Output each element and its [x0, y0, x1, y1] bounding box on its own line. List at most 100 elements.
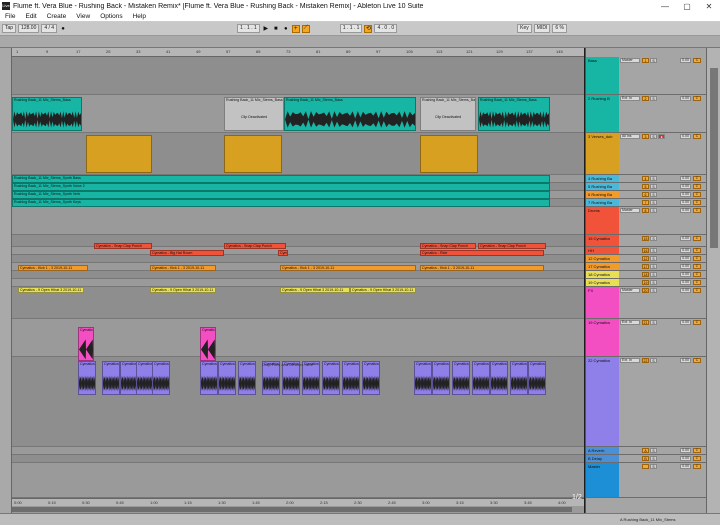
loop-start-field[interactable]: 1 . 1 . 1 — [339, 24, 363, 33]
track-activator-button[interactable]: 22 — [642, 358, 649, 363]
track-pan-field[interactable]: C — [693, 58, 701, 63]
track-name[interactable]: 6 Rushing Ba — [586, 191, 619, 198]
cymatics-clip[interactable]: Cymatics - Snap Clap Punch — [224, 243, 286, 249]
minimize-button[interactable]: — — [654, 2, 676, 11]
verse-clip[interactable] — [224, 135, 282, 173]
track-header[interactable]: 6 Rushing Ba 6 S 0.00 C — [586, 191, 707, 199]
track-name[interactable]: 2 Rushing B — [586, 95, 619, 132]
tap-tempo-button[interactable]: Tap — [2, 24, 17, 33]
track-input-select[interactable]: Ext. In — [620, 358, 640, 363]
cymatics-hihat-clip[interactable]: Cymatics - 9 Open Hihat 3 2019-10-11 — [280, 287, 350, 293]
cymatics-clip[interactable]: Cymatics - Snap Clap Punch — [94, 243, 152, 249]
cymatics-purple-clip[interactable]: Cymatics — [78, 361, 96, 395]
track-volume-field[interactable]: 0.00 — [680, 288, 691, 293]
solo-button[interactable]: S — [650, 272, 657, 277]
solo-button[interactable]: S — [650, 236, 657, 241]
track-volume-field[interactable]: 0.00 — [680, 96, 691, 101]
solo-button[interactable]: S — [650, 134, 657, 139]
track-name[interactable]: 3 Verses_dub — [586, 133, 619, 174]
track-volume-field[interactable]: 0.00 — [680, 264, 691, 269]
track-activator-button[interactable]: 8 — [642, 208, 649, 213]
track-input-select[interactable]: Master — [620, 58, 640, 63]
track-header[interactable]: Drums Master 8 S 0.00 C — [586, 207, 707, 235]
track-pan-field[interactable]: C — [693, 320, 701, 325]
record-icon[interactable]: ● — [282, 25, 290, 33]
track-lane[interactable] — [12, 57, 584, 95]
cymatics-purple-clip[interactable]: Cymatics — [200, 361, 218, 395]
track-header[interactable]: 18 Cymatics 18 S 0.00 C — [586, 271, 707, 279]
overdub-icon[interactable]: + — [291, 24, 300, 33]
track-header[interactable]: 2 Rushing B Ext. In 2 S 0.00 C — [586, 95, 707, 133]
track-name[interactable]: 19 Cymatics — [586, 279, 619, 286]
track-volume-field[interactable]: 0.00 — [680, 272, 691, 277]
solo-button[interactable]: S — [650, 464, 657, 469]
cymatics-kick-clip[interactable]: Cymatics - Kick 1 - 3 2019-10-11 — [280, 265, 416, 271]
track-header[interactable]: 19 Cymatics 19 S 0.00 C — [586, 279, 707, 287]
track-pan-field[interactable]: C — [693, 288, 701, 293]
cymatics-purple-clip[interactable]: Cymatics — [218, 361, 236, 395]
bass-clip-deactivated[interactable]: Rushing Back_11 Mix_Stems_Bass — [420, 97, 476, 131]
cymatics-purple-clip[interactable]: Cymatics — [528, 361, 546, 395]
track-activator-button[interactable]: 5 — [642, 184, 649, 189]
track-volume-field[interactable]: 0.00 — [680, 134, 691, 139]
cymatics-hihat-clip[interactable]: Cymatics - 9 Open Hihat 3 2019-10-11 — [350, 287, 416, 293]
track-pan-field[interactable]: C — [693, 256, 701, 261]
track-activator-button[interactable]: 3 — [642, 134, 649, 139]
cymatics-purple-clip[interactable]: Cymatics — [362, 361, 380, 395]
track-input-select[interactable]: All Ins — [620, 134, 640, 139]
menu-help[interactable]: Help — [133, 13, 146, 20]
key-map-button[interactable]: Key — [517, 24, 532, 33]
solo-button[interactable]: S — [650, 320, 657, 325]
verse-clip[interactable] — [86, 135, 152, 173]
track-header[interactable]: 12 Cymatics 12 S 0.00 C — [586, 255, 707, 263]
track-name[interactable]: 7 Rushing Ba — [586, 199, 619, 206]
track-name[interactable]: 4 Rushing Ba — [586, 175, 619, 182]
track-input-select[interactable]: Ext. In — [620, 320, 640, 325]
track-lane[interactable] — [12, 207, 584, 235]
track-volume-field[interactable]: 0.00 — [680, 320, 691, 325]
cymatics-kick-clip[interactable]: Cymatics - Kick 1 - 3 2019-10-11 — [18, 265, 88, 271]
track-volume-field[interactable]: 0.00 — [680, 464, 691, 469]
track-header[interactable]: 15 Cymatics 15 S 0.00 C — [586, 235, 707, 247]
track-pan-field[interactable]: C — [693, 272, 701, 277]
track-header[interactable]: Bass Master 1 S 0.00 C — [586, 57, 707, 95]
synth-clip[interactable]: Rushing Back_11 Mix_Stems_Synth Keys — [12, 199, 550, 207]
track-pan-field[interactable]: C — [693, 280, 701, 285]
track-name[interactable]: Bass — [586, 57, 619, 94]
cymatics-purple-clip[interactable]: Cymatics — [102, 361, 120, 395]
track-volume-field[interactable]: 0.00 — [680, 184, 691, 189]
loop-switch-icon[interactable]: ⟲ — [364, 24, 373, 33]
track-volume-field[interactable]: 0.00 — [680, 256, 691, 261]
track-lane[interactable] — [12, 255, 584, 263]
solo-button[interactable]: S — [650, 280, 657, 285]
solo-button[interactable]: S — [650, 184, 657, 189]
track-lane[interactable] — [12, 447, 584, 455]
horizontal-scroll-thumb[interactable] — [12, 507, 572, 512]
track-activator-button[interactable]: 2 — [642, 96, 649, 101]
horizontal-scrollbar[interactable] — [12, 506, 584, 513]
track-header[interactable]: A Reverb A S 0.00 C — [586, 447, 707, 455]
cymatics-purple-clip[interactable]: Cymatics — [238, 361, 256, 395]
arrangement-position-field[interactable]: 1 . 1 . 1 — [237, 24, 260, 33]
cymatics-purple-clip[interactable]: Cymatics — [472, 361, 490, 395]
track-pan-field[interactable]: C — [693, 176, 701, 181]
track-volume-field[interactable]: 0.00 — [680, 208, 691, 213]
track-name[interactable]: B Delay — [586, 455, 619, 462]
track-header[interactable]: 19 Cymatics Ext. In 21 S 0.00 C — [586, 319, 707, 357]
synth-clip[interactable]: Rushing Back_11 Mix_Stems_Synth Bass — [12, 175, 550, 183]
metronome-icon[interactable]: ● — [59, 25, 67, 33]
track-activator-button[interactable] — [642, 464, 649, 469]
solo-button[interactable]: S — [650, 264, 657, 269]
track-pan-field[interactable]: C — [693, 96, 701, 101]
vertical-scrollbar[interactable] — [706, 48, 720, 513]
cymatics-kick-clip[interactable]: Cymatics - Kick 1 - 3 2019-10-11 — [420, 265, 544, 271]
track-pan-field[interactable]: C — [693, 448, 701, 453]
track-lane[interactable] — [12, 271, 584, 279]
automation-arm-icon[interactable]: ⟋ — [301, 24, 310, 33]
track-name[interactable]: 12 Cymatics — [586, 255, 619, 262]
cymatics-clip[interactable]: Cymatics - Ride — [278, 250, 288, 256]
solo-button[interactable]: S — [650, 456, 657, 461]
track-header[interactable]: 22 Cymatics Ext. In 22 S 0.00 C — [586, 357, 707, 447]
time-ruler[interactable]: 0:00 0:15 0:30 0:45 1:00 1:15 1:30 1:45 2:00 2:15… — [12, 498, 584, 506]
solo-button[interactable]: S — [650, 358, 657, 363]
